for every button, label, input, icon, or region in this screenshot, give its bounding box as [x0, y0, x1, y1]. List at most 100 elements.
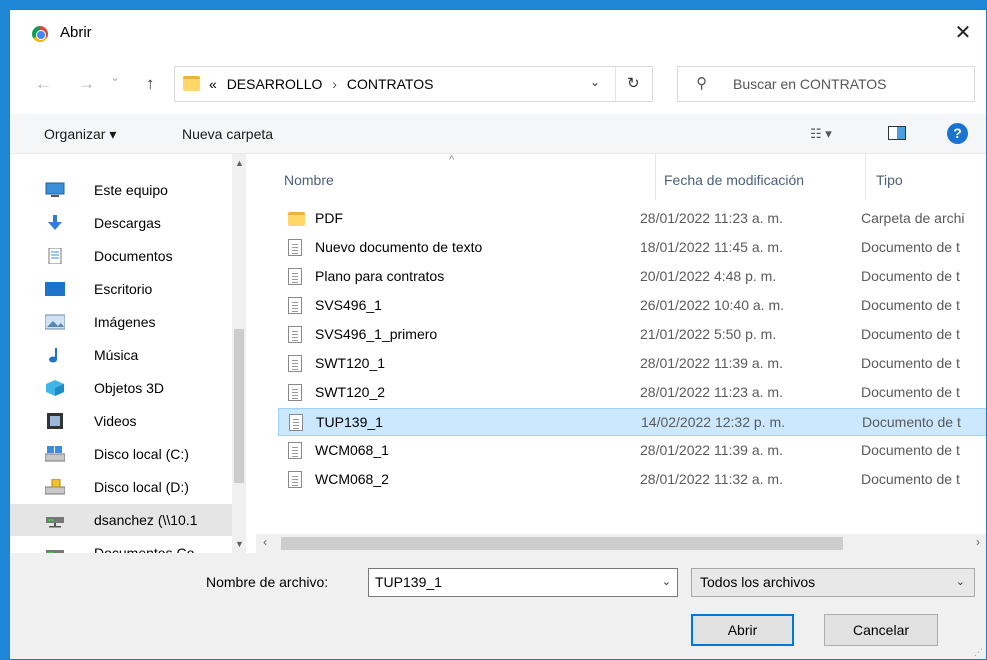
file-date: 18/01/2022 11:45 a. m.: [640, 239, 783, 255]
text-file-icon: [288, 297, 302, 314]
recent-locations-icon[interactable]: ⌄: [110, 70, 120, 84]
address-divider: [615, 67, 616, 101]
scrollbar-thumb[interactable]: [234, 329, 244, 483]
sidebar-item-label: Este equipo: [94, 182, 168, 198]
sidebar-item-label: Disco local (D:): [94, 479, 189, 495]
column-header-nombre[interactable]: Nombre: [284, 172, 334, 188]
sidebar-item-escritorio[interactable]: Escritorio: [10, 273, 232, 305]
sidebar-item-disco-c[interactable]: Disco local (C:): [10, 438, 232, 470]
filetype-select[interactable]: Todos los archivos ⌄: [691, 568, 975, 597]
open-button[interactable]: Abrir: [691, 614, 794, 646]
file-date: 14/02/2022 12:32 p. m.: [641, 414, 785, 430]
file-name: SWT120_2: [315, 384, 386, 400]
sidebar-item-objetos-3d[interactable]: Objetos 3D: [10, 372, 232, 404]
scroll-down-icon[interactable]: ▼: [235, 539, 244, 549]
column-header-tipo[interactable]: Tipo: [876, 172, 903, 188]
sidebar-item-musica[interactable]: Música: [10, 339, 232, 371]
scroll-right-icon[interactable]: ›: [976, 535, 980, 549]
drive-d-icon: [45, 479, 65, 495]
sidebar-item-descargas[interactable]: Descargas: [10, 207, 232, 239]
sidebar-item-dsanchez[interactable]: dsanchez (\\10.1: [10, 504, 232, 536]
sidebar-item-videos[interactable]: Videos: [10, 405, 232, 437]
column-header-fecha[interactable]: Fecha de modificación: [664, 172, 804, 188]
preview-pane-icon[interactable]: [888, 126, 906, 140]
drive-c-icon: [45, 446, 65, 462]
file-row[interactable]: WCM068_2 28/01/2022 11:32 a. m. Document…: [278, 466, 986, 494]
file-name: WCM068_2: [315, 471, 389, 487]
address-dropdown-icon[interactable]: ⌄: [590, 75, 600, 89]
search-input[interactable]: ⚲ Buscar en CONTRATOS: [677, 66, 975, 102]
file-date: 28/01/2022 11:32 a. m.: [640, 471, 783, 487]
navigation-scrollbar[interactable]: ▲ ▼: [232, 154, 246, 553]
refresh-icon[interactable]: ↻: [627, 74, 640, 92]
file-date: 21/01/2022 5:50 p. m.: [640, 326, 777, 342]
sidebar-item-disco-d[interactable]: Disco local (D:): [10, 471, 232, 503]
file-row-selected[interactable]: TUP139_1 14/02/2022 12:32 p. m. Document…: [278, 408, 986, 436]
file-row[interactable]: WCM068_1 28/01/2022 11:39 a. m. Document…: [278, 437, 986, 465]
file-row[interactable]: PDF 28/01/2022 11:23 a. m. Carpeta de ar…: [278, 205, 986, 233]
file-date: 28/01/2022 11:39 a. m.: [640, 355, 783, 371]
file-date: 20/01/2022 4:48 p. m.: [640, 268, 777, 284]
sidebar-item-documentos[interactable]: Documentos: [10, 240, 232, 272]
text-file-icon: [289, 414, 303, 431]
address-bar[interactable]: « DESARROLLO › CONTRATOS ⌄ ↻: [174, 66, 653, 102]
text-file-icon: [288, 471, 302, 488]
file-type: Documento de t: [862, 414, 961, 430]
sidebar-item-label: Escritorio: [94, 281, 153, 297]
file-row[interactable]: SVS496_1 26/01/2022 10:40 a. m. Document…: [278, 292, 986, 320]
breadcrumb-separator[interactable]: ›: [326, 76, 343, 92]
filename-value[interactable]: TUP139_1: [375, 574, 442, 590]
sidebar-item-imagenes[interactable]: Imágenes: [10, 306, 232, 338]
scroll-up-icon[interactable]: ▲: [235, 158, 244, 168]
breadcrumb-contratos[interactable]: CONTRATOS: [347, 76, 434, 92]
videos-icon: [47, 413, 63, 429]
column-header-row: ^ Nombre Fecha de modificación Tipo: [256, 154, 986, 200]
resize-grip-icon[interactable]: ⋰: [974, 647, 983, 658]
help-icon[interactable]: ?: [947, 123, 968, 144]
file-row[interactable]: SVS496_1_primero 21/01/2022 5:50 p. m. D…: [278, 321, 986, 349]
column-divider[interactable]: [655, 154, 656, 200]
sidebar-item-este-equipo[interactable]: Este equipo: [10, 174, 232, 206]
file-name: SWT120_1: [315, 355, 386, 371]
folder-icon: [288, 212, 305, 226]
new-folder-button[interactable]: Nueva carpeta: [182, 126, 273, 142]
file-type: Documento de t: [861, 442, 960, 458]
computer-icon: [45, 182, 65, 197]
scroll-left-icon[interactable]: ‹: [263, 535, 267, 549]
file-type: Carpeta de archi: [861, 210, 965, 226]
chevron-down-icon[interactable]: ⌄: [956, 575, 965, 588]
navigation-row: ← → ⌄ ↑ « DESARROLLO › CONTRATOS ⌄ ↻ ⚲ B…: [10, 54, 986, 114]
breadcrumb-desarrollo[interactable]: DESARROLLO: [221, 76, 323, 92]
sidebar-item-documentos-co[interactable]: Documentos Co ⌄: [10, 537, 232, 553]
cancel-button[interactable]: Cancelar: [824, 614, 938, 646]
file-row[interactable]: SWT120_1 28/01/2022 11:39 a. m. Document…: [278, 350, 986, 378]
search-placeholder: Buscar en CONTRATOS: [733, 76, 887, 92]
file-type: Documento de t: [861, 326, 960, 342]
filename-label: Nombre de archivo:: [206, 574, 329, 590]
file-type: Documento de t: [861, 384, 960, 400]
text-file-icon: [288, 384, 302, 401]
filename-field[interactable]: TUP139_1 ⌄: [368, 568, 678, 597]
file-row[interactable]: Plano para contratos 20/01/2022 4:48 p. …: [278, 263, 986, 291]
breadcrumb-overflow[interactable]: «: [209, 76, 217, 92]
music-icon: [49, 348, 57, 363]
column-divider[interactable]: [865, 154, 866, 200]
file-name: Nuevo documento de texto: [315, 239, 483, 255]
file-type: Documento de t: [861, 355, 960, 371]
organize-menu-button[interactable]: Organizar ▾: [44, 126, 116, 143]
change-view-icon[interactable]: ☷ ▾: [810, 126, 832, 142]
folder-icon: [183, 76, 200, 91]
file-row[interactable]: Nuevo documento de texto 18/01/2022 11:4…: [278, 234, 986, 262]
scrollbar-thumb[interactable]: [281, 537, 843, 550]
back-arrow-icon[interactable]: ←: [35, 74, 52, 94]
close-button[interactable]: ✕: [940, 10, 986, 54]
file-row[interactable]: SWT120_2 28/01/2022 11:23 a. m. Document…: [278, 379, 986, 407]
chevron-down-icon[interactable]: ⌄: [662, 575, 671, 588]
filetype-value: Todos los archivos: [700, 574, 816, 590]
text-file-icon: [288, 239, 302, 256]
file-type: Documento de t: [861, 268, 960, 284]
horizontal-scrollbar[interactable]: ‹ ›: [256, 534, 986, 553]
up-arrow-icon[interactable]: ↑: [146, 74, 155, 94]
sidebar-item-label: Imágenes: [94, 314, 156, 330]
forward-arrow-icon[interactable]: →: [78, 74, 95, 94]
